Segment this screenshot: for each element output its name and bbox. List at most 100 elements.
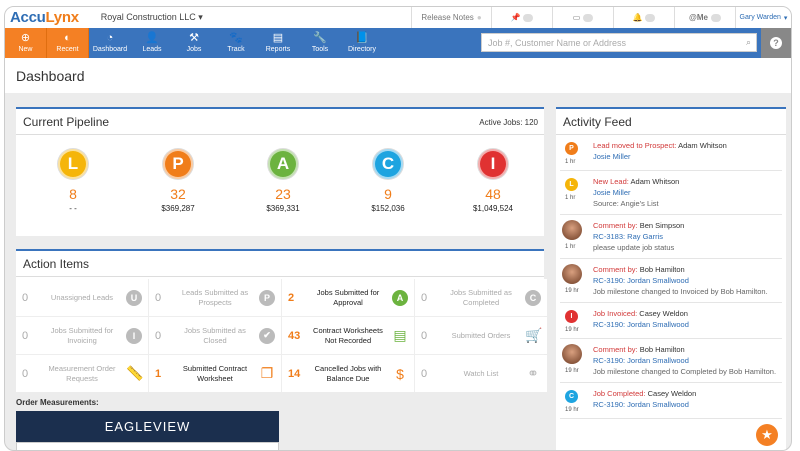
mentions-button[interactable]: @Me	[674, 7, 735, 28]
alert-notifications[interactable]: 🔔	[613, 7, 674, 28]
pipeline-stage[interactable]: C 9 $152,036	[348, 137, 428, 213]
help-button[interactable]: ?	[761, 28, 791, 58]
nav-dashboard[interactable]: ◔ Dashboard	[89, 28, 131, 58]
nav-leads[interactable]: 👤 Leads	[131, 28, 173, 58]
action-items-title: Action Items	[16, 251, 544, 277]
feed-link[interactable]: Josie Miller	[593, 151, 782, 162]
action-item[interactable]: 0 Unassigned Leads U	[16, 279, 148, 316]
stage-count[interactable]: 9	[348, 186, 428, 202]
report-icon: ▤	[272, 32, 284, 44]
feed-link[interactable]: RC-3190: Jordan Smallwood	[593, 319, 782, 330]
nav-reports[interactable]: ▤ Reports	[257, 28, 299, 58]
stage-amount: $369,331	[266, 204, 300, 213]
feed-user: Adam Whitson	[678, 141, 727, 150]
feed-item: L 1 hr New Lead: Adam Whitson Josie Mille…	[560, 171, 782, 215]
main-nav: ⊕ New ◐ Recent ◔ Dashboard 👤 Leads ⚒ Jobs 🐾 Tr…	[5, 28, 791, 58]
feed-user: Casey Weldon	[647, 389, 697, 398]
nav-tools[interactable]: 🔧 Tools	[299, 28, 341, 58]
feed-user: Casey Weldon	[639, 309, 688, 318]
app-window: AccuLynx Royal Construction LLC ▾ Releas…	[4, 6, 792, 451]
feed-action: Job Invoiced:	[593, 309, 638, 318]
action-item-icon: U	[126, 289, 142, 306]
pipeline-stage[interactable]: I 48 $1,049,524	[453, 137, 533, 213]
stage-count[interactable]: 32	[138, 186, 218, 202]
action-item[interactable]: 2 Jobs Submitted for Approval A	[282, 279, 414, 316]
paw-icon: 🐾	[229, 32, 243, 44]
action-item[interactable]: 0 Jobs Submitted for Invoicing I	[16, 317, 148, 354]
action-item-label: Jobs Submitted for Invoicing	[50, 325, 114, 345]
feed-action: New Lead:	[593, 177, 629, 186]
action-item-label: Leads Submitted as Prospects	[181, 287, 249, 307]
action-item[interactable]: 0 Watch List ⚭	[415, 355, 547, 392]
action-item[interactable]: 0 Jobs Submitted as Closed ✔	[149, 317, 281, 354]
nav-directory[interactable]: 📘 Directory	[341, 28, 383, 58]
pipeline-stage[interactable]: A 23 $369,331	[243, 137, 323, 213]
bell-icon: 🔔	[632, 13, 643, 22]
feed-link[interactable]: RC-3190: Jordan Smallwood	[593, 355, 782, 366]
feed-note: Job milestone changed to Completed by Bo…	[593, 367, 777, 376]
user-menu[interactable]: Gary Warden ▾	[735, 7, 791, 28]
action-item-count: 0	[421, 291, 428, 304]
calendar-notifications[interactable]: ▭	[552, 7, 613, 28]
action-item[interactable]: 14 Cancelled Jobs with Balance Due $	[282, 355, 414, 392]
action-item[interactable]: 0 Submitted Orders 🛒	[415, 317, 547, 354]
feed-time: 1 hr	[565, 159, 576, 165]
recent-button[interactable]: ◐ Recent	[47, 28, 89, 58]
stage-letter-icon: I	[478, 149, 508, 179]
feed-item: P 1 hr Lead moved to Prospect: Adam Whits…	[560, 135, 782, 171]
feed-action: Lead moved to Prospect:	[593, 141, 677, 150]
feed-link[interactable]: RC-3190: Jordan Smallwood	[593, 399, 782, 410]
pipeline-stage[interactable]: P 32 $369,287	[138, 137, 218, 213]
nav-track[interactable]: 🐾 Track	[215, 28, 257, 58]
search-icon[interactable]: ⌕	[746, 37, 751, 48]
page-title: Dashboard	[5, 58, 791, 93]
action-item[interactable]: 1 Submitted Contract Worksheet ❐	[149, 355, 281, 392]
feed-item: 19 hr Comment by: Bob Hamilton RC-3190: …	[560, 259, 782, 303]
feed-link[interactable]: RC-3183: Ray Garris	[593, 231, 782, 242]
feed-link[interactable]: Josie Miller	[593, 187, 782, 198]
release-notes-link[interactable]: Release Notes ●	[411, 7, 491, 28]
action-item-count: 0	[22, 291, 29, 304]
wrench-icon: 🔧	[313, 32, 327, 44]
eagleview-banner[interactable]: EAGLEVIEW	[16, 411, 279, 442]
stage-count[interactable]: 48	[453, 186, 533, 202]
action-item-icon: ❐	[260, 365, 274, 381]
stage-count[interactable]: 23	[243, 186, 323, 202]
action-item-count: 0	[22, 367, 29, 380]
stage-count[interactable]: 8	[33, 186, 113, 202]
feed-note: Job milestone changed to Invoiced by Bob…	[593, 287, 768, 296]
action-item-label: Unassigned Leads	[50, 292, 114, 302]
feed-user: Bob Hamilton	[639, 345, 685, 354]
acculynx-logo[interactable]: AccuLynx	[10, 9, 79, 26]
action-item-label: Measurement Order Requests	[48, 363, 116, 383]
action-item[interactable]: 0 Leads Submitted as Prospects P	[149, 279, 281, 316]
nav-jobs[interactable]: ⚒ Jobs	[173, 28, 215, 58]
new-button[interactable]: ⊕ New	[5, 28, 47, 58]
action-item-count: 14	[288, 367, 301, 380]
pipeline-title: Current Pipeline	[16, 109, 544, 135]
help-icon: ?	[770, 37, 782, 49]
activity-feed-panel: Activity Feed P 1 hr Lead moved to Prospe…	[556, 107, 786, 450]
action-item[interactable]: 43 Contract Worksheets Not Recorded ▤	[282, 317, 414, 354]
stage-letter-icon: C	[373, 149, 403, 179]
book-icon: 📘	[355, 32, 369, 44]
feed-time: 1 hr	[565, 195, 576, 201]
pin-notifications[interactable]: 📌	[491, 7, 552, 28]
company-selector[interactable]: Royal Construction LLC ▾	[101, 12, 203, 23]
feed-link[interactable]: RC-3190: Jordan Smallwood	[593, 275, 782, 286]
feed-note: please update job status	[593, 243, 675, 252]
calendar-icon: ▭	[572, 13, 581, 22]
search-input[interactable]: Job #, Customer Name or Address ⌕	[481, 33, 757, 52]
favorite-star-button[interactable]: ★	[756, 424, 778, 446]
pipeline-stage[interactable]: L 8 - -	[33, 137, 113, 213]
pin-icon: 📌	[510, 13, 521, 22]
action-item[interactable]: 0 Jobs Submitted as Completed C	[415, 279, 547, 316]
action-item-icon: I	[126, 327, 142, 344]
feed-action: Comment by:	[593, 221, 638, 230]
action-item-count: 1	[155, 367, 162, 380]
stage-amount: - -	[69, 204, 77, 213]
feed-item: 19 hr Comment by: Bob Hamilton RC-3190: …	[560, 339, 782, 383]
order-measurements-label: Order Measurements:	[16, 398, 99, 407]
action-item[interactable]: 0 Measurement Order Requests 📏	[16, 355, 148, 392]
feed-time: 19 hr	[565, 288, 579, 294]
